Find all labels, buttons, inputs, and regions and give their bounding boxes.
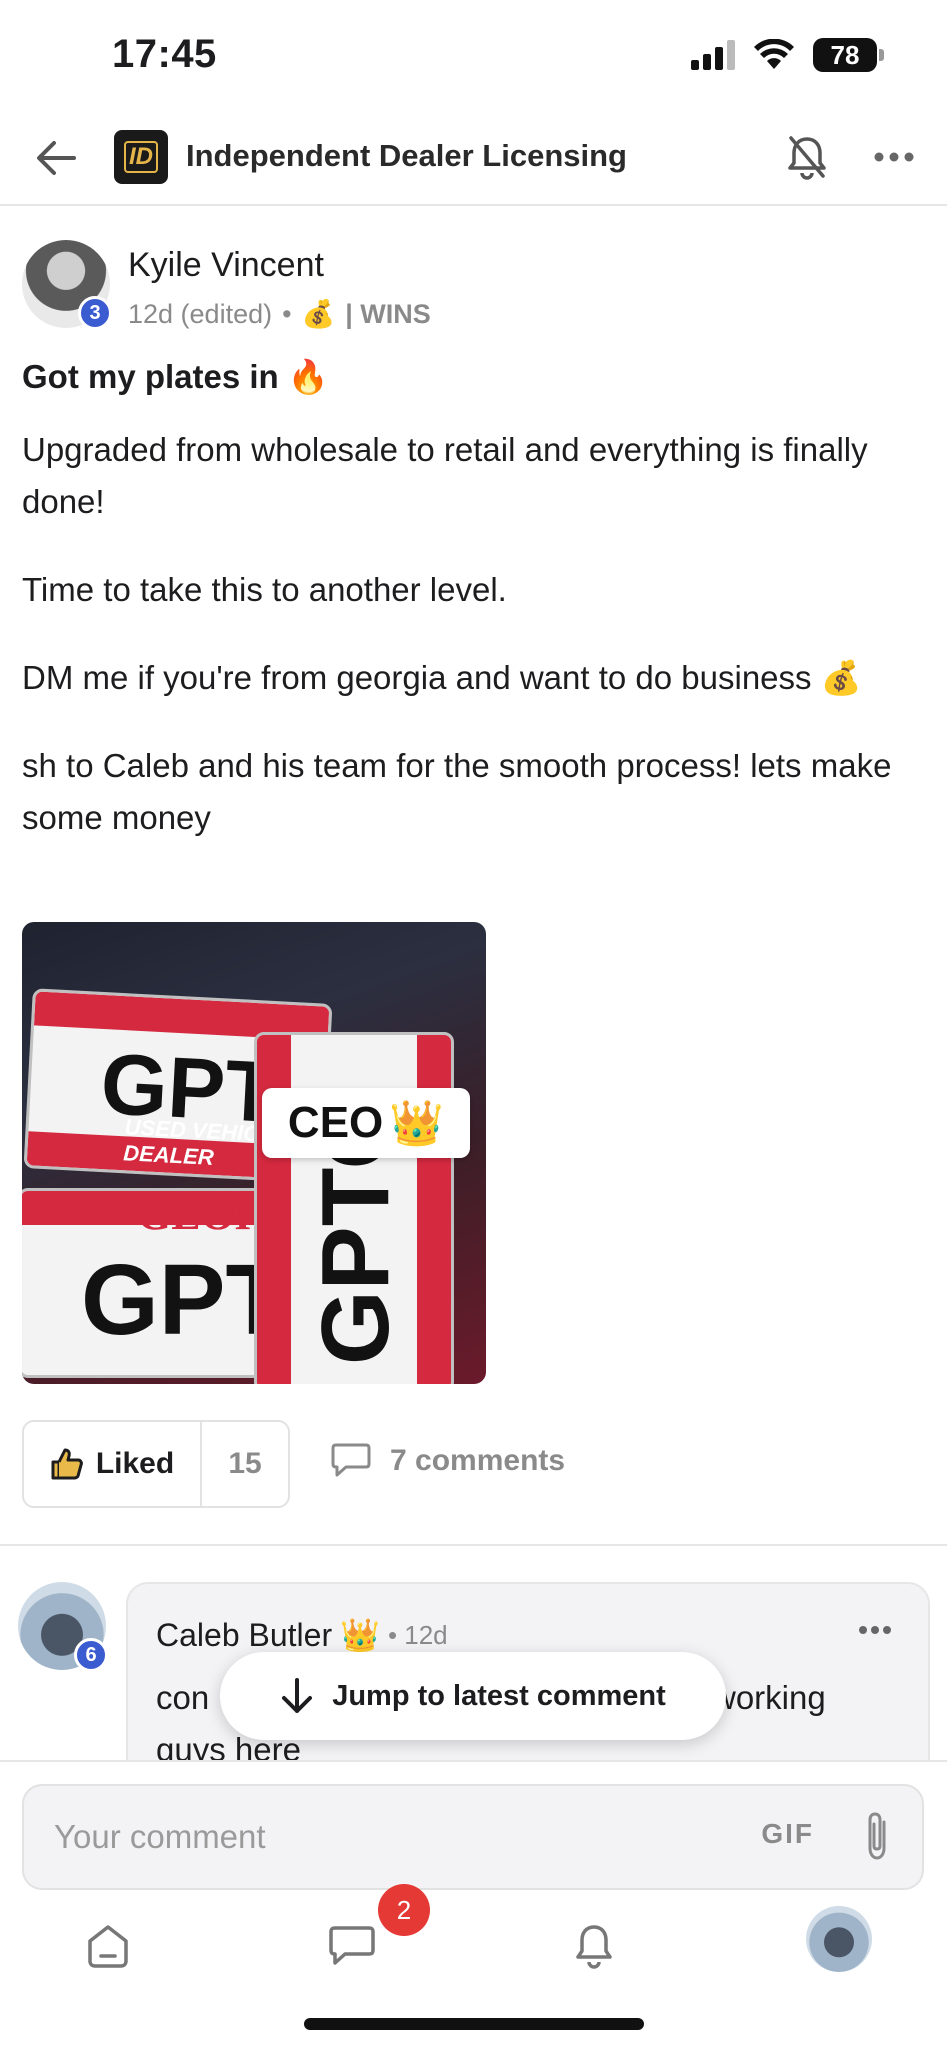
bottom-navigation: 2 — [0, 1884, 947, 1996]
commenter-level-badge: 6 — [74, 1638, 108, 1672]
like-count[interactable]: 15 — [202, 1422, 288, 1506]
comment-text-end: working — [712, 1679, 826, 1716]
ceo-overlay-label: CEO 👑 — [262, 1088, 470, 1158]
more-horizontal-icon — [859, 1626, 891, 1634]
mute-notifications-button[interactable] — [782, 130, 832, 184]
back-button[interactable] — [30, 132, 82, 184]
post-title: Got my plates in 🔥 — [22, 358, 329, 395]
nav-home[interactable] — [78, 1916, 138, 1976]
like-label: Liked — [95, 1447, 175, 1480]
group-logo[interactable]: ID — [114, 130, 168, 184]
comments-count-label: 7 comments — [390, 1444, 566, 1477]
post-paragraph: Time to take this to another level. — [22, 571, 507, 608]
license-plate-bottom: GEORGIA GPTO — [22, 1188, 278, 1378]
bell-off-icon — [788, 136, 826, 180]
arrow-down-icon — [282, 1678, 313, 1713]
wifi-icon — [754, 39, 794, 69]
bell-icon — [576, 1925, 612, 1969]
more-options-button[interactable] — [866, 132, 922, 182]
attach-button[interactable] — [862, 1810, 892, 1869]
nav-chat[interactable] — [322, 1916, 382, 1976]
group-header: ID Independent Dealer Licensing — [0, 110, 947, 206]
comment-text-start: con — [156, 1679, 210, 1716]
status-icons: 78 — [691, 38, 884, 72]
chat-icon — [329, 1926, 375, 1965]
home-icon — [88, 1925, 128, 1968]
divider — [0, 1544, 947, 1546]
home-indicator — [304, 2018, 644, 2030]
post-category[interactable]: | WINS — [345, 299, 431, 330]
battery-indicator: 78 — [813, 38, 884, 72]
crown-icon: 👑 — [340, 1617, 380, 1653]
jump-label: Jump to latest comment — [332, 1679, 666, 1712]
comments-link[interactable]: 7 comments — [330, 1442, 565, 1480]
status-bar: 17:45 78 — [0, 0, 947, 110]
more-horizontal-icon — [874, 152, 914, 162]
post-paragraph: DM me if you're from georgia and want to… — [22, 659, 862, 696]
comment-input-container: GIF — [22, 1784, 924, 1890]
post-meta: 12d (edited) • 💰 | WINS — [128, 298, 431, 330]
group-logo-text: ID — [124, 141, 158, 173]
crown-icon: 👑 — [389, 1099, 445, 1148]
signal-icon — [691, 40, 735, 70]
post-image[interactable]: GEORGIA GPTO USED VEHICLE DEALER GEORGIA… — [22, 922, 486, 1384]
like-group: Liked 15 — [22, 1420, 290, 1508]
status-time: 17:45 — [112, 32, 217, 76]
group-title[interactable]: Independent Dealer Licensing — [186, 138, 627, 174]
like-button[interactable]: Liked — [24, 1422, 202, 1506]
post-time: 12d (edited) — [128, 298, 273, 329]
gif-button[interactable]: GIF — [761, 1818, 814, 1850]
chat-badge: 2 — [378, 1884, 430, 1936]
thumbs-up-icon — [51, 1448, 83, 1480]
nav-profile-avatar[interactable] — [806, 1906, 872, 1972]
paperclip-icon — [868, 1812, 886, 1860]
plate-number-text: GPTO — [81, 1244, 275, 1356]
comment-more-button[interactable] — [858, 1622, 892, 1640]
money-bag-icon: 💰 — [301, 299, 336, 329]
post-author-name[interactable]: Kyile Vincent — [128, 246, 324, 285]
comment-time: • 12d — [387, 1619, 448, 1650]
ceo-text: CEO — [287, 1098, 384, 1147]
comment-input[interactable] — [54, 1786, 734, 1888]
comment-author-name[interactable]: Caleb Butler — [156, 1617, 332, 1654]
jump-to-latest-button[interactable]: Jump to latest comment — [220, 1652, 726, 1740]
author-level-badge: 3 — [78, 296, 112, 330]
post-body: Upgraded from wholesale to retail and ev… — [22, 424, 922, 880]
post-paragraph: sh to Caleb and his team for the smooth … — [22, 747, 892, 836]
license-plate-vertical: GPTO — [254, 1032, 454, 1384]
meta-separator: • — [282, 298, 292, 329]
post-paragraph: Upgraded from wholesale to retail and ev… — [22, 431, 868, 520]
comment-icon — [331, 1443, 371, 1477]
comment-author-row: Caleb Butler 👑 • 12d — [156, 1616, 448, 1654]
nav-notifications[interactable] — [564, 1916, 624, 1976]
arrow-left-icon — [37, 141, 76, 175]
